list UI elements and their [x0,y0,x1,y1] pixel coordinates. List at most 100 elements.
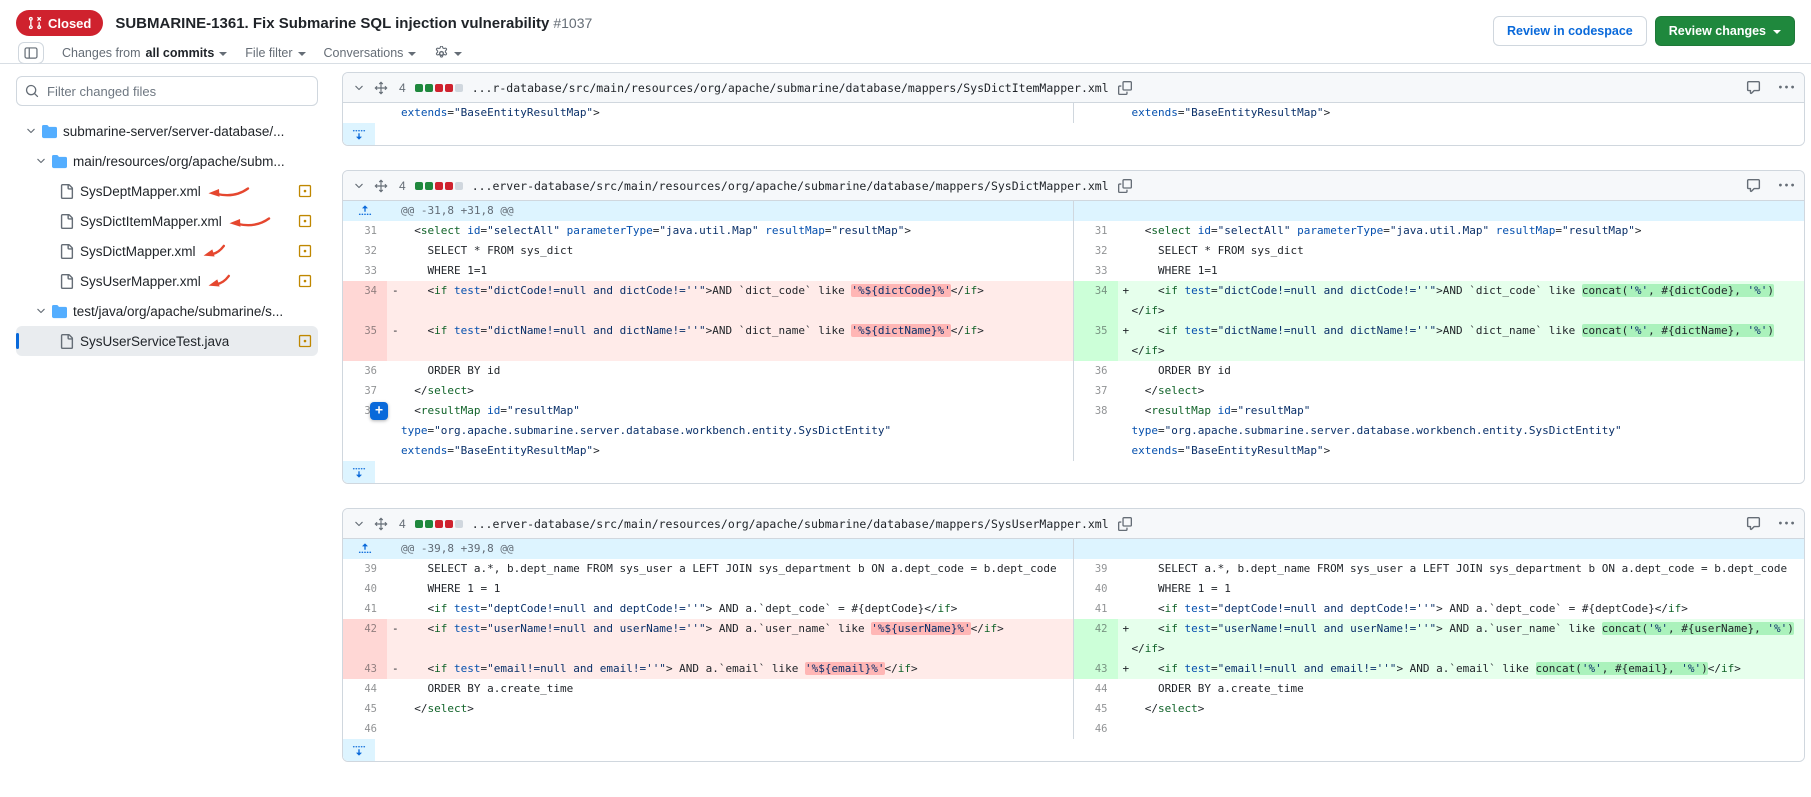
diff-marker: - [387,659,401,679]
line-number[interactable]: 45 [1074,699,1118,719]
tree-folder-row[interactable]: test/java/org/apache/submarine/s... [16,296,318,326]
line-number[interactable] [343,441,387,461]
code-cell: type="org.apache.submarine.server.databa… [387,421,1073,441]
changes-from-dropdown[interactable]: Changes from all commits [62,46,227,60]
line-number[interactable]: 33 [343,261,387,281]
kebab-menu-icon[interactable] [1779,516,1794,531]
line-number[interactable]: 31 [343,221,387,241]
line-number[interactable]: 41 [1074,599,1118,619]
conversations-dropdown[interactable]: Conversations [324,46,417,60]
collapse-file-chevron-icon[interactable] [353,82,365,94]
line-number[interactable]: 35 [1074,321,1118,361]
file-path[interactable]: ...erver-database/src/main/resources/org… [472,179,1109,193]
line-number[interactable]: 34 [343,281,387,321]
file-tree-toggle-button[interactable] [18,42,44,64]
collapse-file-chevron-icon[interactable] [353,180,365,192]
diff-settings-dropdown[interactable] [434,46,462,61]
drag-handle-icon[interactable] [374,81,388,95]
tree-folder-row[interactable]: main/resources/org/apache/subm... [16,146,318,176]
line-number[interactable]: 45 [343,699,387,719]
comment-icon[interactable] [1746,516,1761,531]
line-number[interactable]: 43 [343,659,387,679]
copy-icon[interactable] [1118,179,1132,193]
tree-file-row[interactable]: SysDictMapper.xml [16,236,318,266]
word-diff-highlight: '%${dictName}%' [851,324,950,337]
comment-icon[interactable] [1746,178,1761,193]
add-comment-button[interactable]: + [370,402,388,420]
line-number[interactable]: 32 [1074,241,1118,261]
line-number[interactable]: 43 [1074,659,1118,679]
review-in-codespace-button[interactable]: Review in codespace [1493,16,1647,46]
diff-marker: - [387,619,401,639]
line-number[interactable]: 39 [1074,559,1118,579]
page-body: submarine-server/server-database/... main… [0,64,1811,797]
code-line: </select> [1118,699,1805,719]
diff-marker [1118,559,1132,579]
word-diff-highlight: concat('%', #{userName}, '%') [1602,622,1794,635]
kebab-menu-icon[interactable] [1779,178,1794,193]
expand-down-button[interactable] [343,739,375,761]
filter-files-input[interactable] [16,76,318,106]
line-number[interactable]: 40 [343,579,387,599]
line-number[interactable]: 33 [1074,261,1118,281]
line-number[interactable]: 37 [343,381,387,401]
tree-file-row[interactable]: SysDeptMapper.xml [16,176,318,206]
code-text: <if test="userName!=null and userName!='… [1132,619,1794,639]
hunk-header: @@ -39,8 +39,8 @@ [401,539,514,559]
tree-file-row[interactable]: SysUserMapper.xml [16,266,318,296]
file-tree-sidebar: submarine-server/server-database/... main… [0,64,334,797]
folder-name: submarine-server/server-database/... [63,124,284,139]
line-number[interactable]: 35 [343,321,387,361]
expand-down-button[interactable] [343,123,375,145]
annotation-arrow [201,245,227,259]
line-number[interactable]: 37 [1074,381,1118,401]
tree-file-row[interactable]: SysUserServiceTest.java [16,326,318,356]
kebab-menu-icon[interactable] [1779,80,1794,95]
file-filter-dropdown[interactable]: File filter [245,46,305,60]
diff-row: 46 46 [343,719,1804,739]
line-number[interactable]: 46 [343,719,387,739]
line-number[interactable]: 41 [343,599,387,619]
line-number[interactable] [1074,421,1118,441]
line-number[interactable] [1074,441,1118,461]
expand-up-icon[interactable] [358,204,372,218]
line-number[interactable]: 38 [1074,401,1118,421]
file-tree: submarine-server/server-database/... main… [16,116,318,356]
file-path[interactable]: ...erver-database/src/main/resources/org… [472,517,1109,531]
line-number[interactable]: 36 [1074,361,1118,381]
tree-folder-row[interactable]: submarine-server/server-database/... [16,116,318,146]
diff-marker [387,719,401,739]
file-path[interactable]: ...r-database/src/main/resources/org/apa… [472,81,1109,95]
line-number[interactable]: 44 [1074,679,1118,699]
line-number[interactable]: 42 [1074,619,1118,659]
line-number[interactable]: 44 [343,679,387,699]
line-number[interactable] [343,421,387,441]
diff-row: 42- <if test="userName!=null and userNam… [343,619,1804,659]
review-changes-button[interactable]: Review changes [1655,16,1795,46]
line-number[interactable]: 32 [343,241,387,261]
line-number[interactable]: 39 [343,559,387,579]
drag-handle-icon[interactable] [374,179,388,193]
line-number[interactable] [343,103,387,123]
collapse-file-chevron-icon[interactable] [353,518,365,530]
line-number[interactable]: 42 [343,619,387,659]
drag-handle-icon[interactable] [374,517,388,531]
line-number[interactable]: 40 [1074,579,1118,599]
code-line [387,719,1073,739]
copy-icon[interactable] [1118,81,1132,95]
diff-block [425,84,433,92]
comment-icon[interactable] [1746,80,1761,95]
expand-up-icon[interactable] [358,542,372,556]
tree-file-row[interactable]: SysDictItemMapper.xml [16,206,318,236]
line-number[interactable]: 31 [1074,221,1118,241]
copy-icon[interactable] [1118,517,1132,531]
line-number[interactable]: 46 [1074,719,1118,739]
line-number[interactable]: 34 [1074,281,1118,321]
code-text: <if test="email!=null and email!=''"> AN… [401,659,918,679]
line-number[interactable]: 36 [343,361,387,381]
line-number[interactable] [1074,103,1118,123]
changes-count: 4 [399,517,406,531]
code-line: SELECT * FROM sys_dict [387,241,1073,261]
diff-row: 38 <resultMap id="resultMap"+38 <resultM… [343,401,1804,421]
expand-down-button[interactable] [343,461,375,483]
